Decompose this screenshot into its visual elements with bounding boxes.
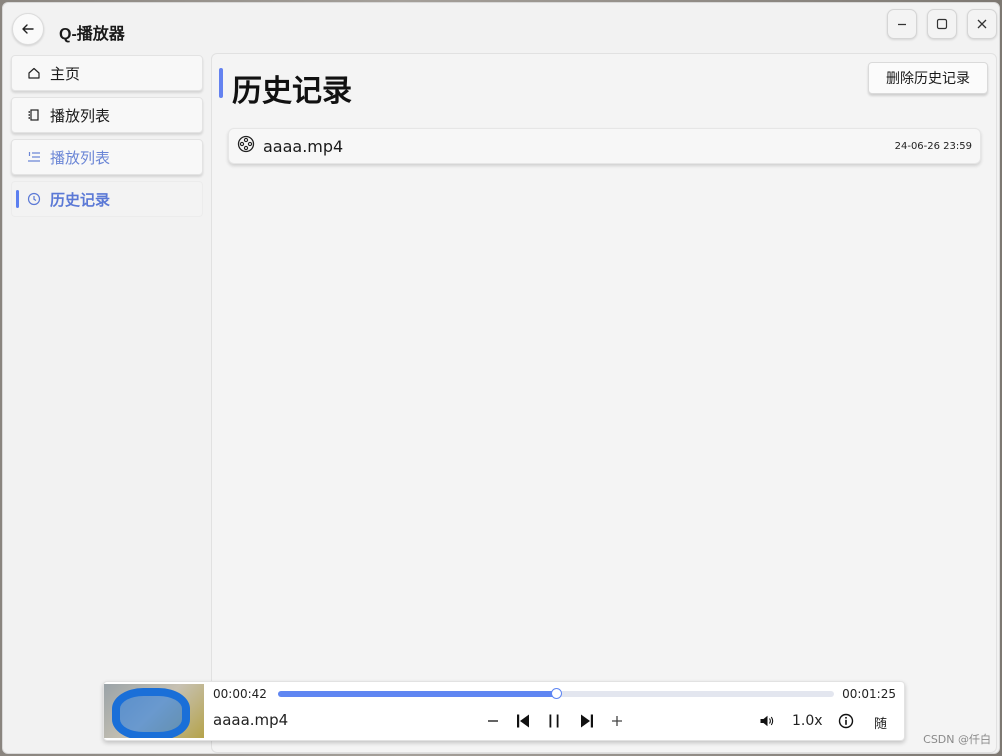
previous-button[interactable] xyxy=(511,709,535,733)
clock-icon xyxy=(26,191,42,207)
history-item-time: 24-06-26 23:59 xyxy=(894,140,972,152)
film-reel-icon xyxy=(237,135,255,157)
clear-history-button[interactable]: 删除历史记录 xyxy=(868,62,988,94)
close-button[interactable] xyxy=(967,9,997,39)
sidebar-item-history[interactable]: 历史记录 xyxy=(11,181,203,217)
history-item[interactable]: aaaa.mp4 24-06-26 23:59 xyxy=(228,128,981,164)
volume-up-button[interactable] xyxy=(605,709,629,733)
maximize-button[interactable] xyxy=(927,9,957,39)
sidebar-item-playlist-2[interactable]: 播放列表 xyxy=(11,139,203,175)
thumbnail-scribble xyxy=(112,688,190,738)
minimize-button[interactable] xyxy=(887,9,917,39)
progress-fill xyxy=(278,691,556,697)
main-panel: 历史记录 删除历史记录 aaaa.mp4 24-06-26 23:59 xyxy=(211,53,997,753)
skip-previous-icon xyxy=(517,714,529,728)
volume-down-button[interactable] xyxy=(481,709,505,733)
sidebar-item-home[interactable]: 主页 xyxy=(11,55,203,91)
progress-slider[interactable] xyxy=(278,688,834,699)
next-button[interactable] xyxy=(575,709,599,733)
app-window: Q-播放器 主页 播放列表 播放列表 历史记录 历史记录 删除历史记录 aaaa… xyxy=(2,2,1000,754)
home-icon xyxy=(26,65,42,81)
back-button[interactable] xyxy=(12,13,44,45)
progress-knob[interactable] xyxy=(551,688,562,699)
sidebar-item-label: 主页 xyxy=(50,64,81,83)
current-time: 00:00:42 xyxy=(213,687,267,701)
skip-next-icon xyxy=(581,714,593,728)
minimize-icon xyxy=(898,23,906,26)
player-bar: 00:00:42 00:01:25 aaaa.mp4 1.0x 随 xyxy=(103,681,905,741)
plus-icon xyxy=(612,716,622,726)
page-title: 历史记录 xyxy=(232,74,352,109)
sidebar-item-label: 历史记录 xyxy=(50,190,111,209)
pause-icon xyxy=(549,714,559,728)
playlist-icon xyxy=(26,107,42,123)
playback-speed[interactable]: 1.0x xyxy=(792,713,823,729)
watermark: CSDN @仟白 xyxy=(923,733,991,746)
volume-button[interactable] xyxy=(755,709,779,733)
active-indicator xyxy=(16,190,19,208)
now-playing-title: aaaa.mp4 xyxy=(213,711,289,729)
app-title: Q-播放器 xyxy=(59,26,125,43)
info-button[interactable] xyxy=(834,709,858,733)
info-icon xyxy=(838,713,854,729)
sidebar-item-playlist[interactable]: 播放列表 xyxy=(11,97,203,133)
arrow-left-icon xyxy=(22,24,34,34)
shuffle-toggle[interactable]: 随 xyxy=(874,713,887,732)
total-time: 00:01:25 xyxy=(842,687,896,701)
minus-icon xyxy=(488,720,498,722)
sidebar: 主页 播放列表 播放列表 历史记录 xyxy=(3,51,209,753)
title-bar: Q-播放器 xyxy=(3,3,999,51)
maximize-icon xyxy=(936,18,948,30)
video-thumbnail[interactable] xyxy=(104,684,204,738)
history-item-name: aaaa.mp4 xyxy=(263,136,344,156)
speaker-icon xyxy=(760,715,774,727)
sidebar-item-label: 播放列表 xyxy=(50,148,111,167)
pause-button[interactable] xyxy=(542,709,566,733)
close-icon xyxy=(977,19,987,29)
sidebar-item-label: 播放列表 xyxy=(50,106,111,125)
list-icon xyxy=(26,149,42,165)
heading-accent-bar xyxy=(219,68,223,98)
